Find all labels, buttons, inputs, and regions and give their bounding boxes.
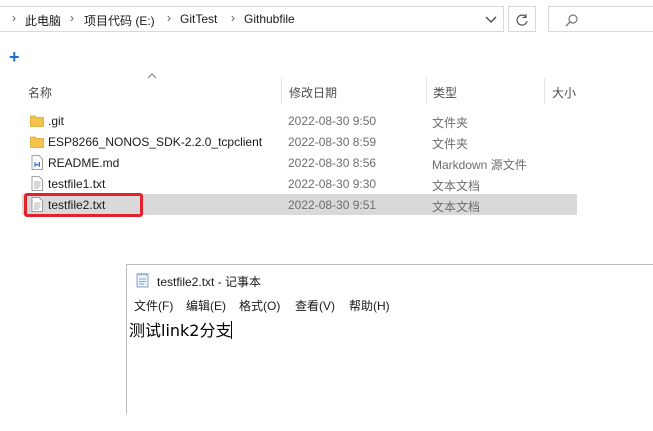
file-row[interactable]: README.md 2022-08-30 8:56 Markdown 源文件 xyxy=(22,152,577,173)
menu-edit[interactable]: 编辑(E) xyxy=(186,297,226,314)
file-type: Markdown 源文件 xyxy=(432,158,527,172)
annotation-highlight-box xyxy=(24,193,143,217)
chevron-right-icon[interactable]: › xyxy=(12,11,16,25)
file-name: README.md xyxy=(48,156,120,170)
file-row[interactable]: testfile1.txt 2022-08-30 9:30 文本文档 xyxy=(22,173,577,194)
file-name: .git xyxy=(48,114,65,128)
column-header-date[interactable]: 修改日期 xyxy=(289,84,337,101)
file-type: 文件夹 xyxy=(432,116,469,130)
file-row[interactable]: ESP8266_NONOS_SDK-2.2.0_tcpclient 2022-0… xyxy=(22,131,577,152)
chevron-right-icon[interactable]: › xyxy=(70,11,74,25)
column-divider[interactable] xyxy=(281,78,282,104)
file-date: 2022-08-30 9:30 xyxy=(288,177,377,191)
column-divider[interactable] xyxy=(544,78,545,104)
file-row[interactable]: .git 2022-08-30 9:50 文件夹 xyxy=(22,110,577,131)
folder-icon xyxy=(30,115,44,127)
navigation-pane xyxy=(0,38,14,414)
notepad-content: 测试link2分支 xyxy=(129,321,232,340)
notepad-window[interactable]: testfile2.txt - 记事本 文件(F) 编辑(E) 格式(O) 查看… xyxy=(126,264,653,431)
file-type: 文本文档 xyxy=(432,200,481,214)
text-cursor xyxy=(231,321,233,339)
text-file-icon xyxy=(31,176,43,191)
folder-icon xyxy=(30,136,44,148)
file-date: 2022-08-30 8:56 xyxy=(288,156,377,170)
breadcrumb-githubfile[interactable]: Githubfile xyxy=(244,12,295,26)
search-input[interactable] xyxy=(548,6,653,32)
chevron-down-icon[interactable] xyxy=(484,12,498,26)
search-icon xyxy=(565,14,578,27)
chevron-right-icon[interactable]: › xyxy=(231,11,235,25)
column-header-size[interactable]: 大小 xyxy=(552,84,576,101)
column-header-type[interactable]: 类型 xyxy=(433,84,457,101)
notepad-icon xyxy=(136,273,149,288)
file-type: 文本文档 xyxy=(432,179,481,193)
notepad-title: testfile2.txt - 记事本 xyxy=(157,275,262,289)
file-date: 2022-08-30 9:51 xyxy=(288,198,377,212)
breadcrumb-gittest[interactable]: GitTest xyxy=(180,12,217,26)
menu-view[interactable]: 查看(V) xyxy=(295,297,335,314)
breadcrumb-this-pc[interactable]: 此电脑 xyxy=(25,12,61,29)
file-type: 文件夹 xyxy=(432,137,469,151)
refresh-button[interactable] xyxy=(508,6,536,32)
bottom-blank-area xyxy=(0,414,653,430)
column-divider[interactable] xyxy=(426,78,427,104)
markdown-file-icon xyxy=(31,155,43,170)
notepad-text-area[interactable]: 测试link2分支 xyxy=(129,317,233,341)
plus-icon[interactable]: + xyxy=(9,48,20,66)
column-header-name[interactable]: 名称 xyxy=(28,84,52,101)
address-bar: › 此电脑 › 项目代码 (E:) › GitTest › Githubfile xyxy=(0,0,653,38)
refresh-icon xyxy=(516,14,528,26)
chevron-right-icon[interactable]: › xyxy=(167,11,171,25)
menu-format[interactable]: 格式(O) xyxy=(239,297,280,314)
file-date: 2022-08-30 8:59 xyxy=(288,135,377,149)
file-name: testfile1.txt xyxy=(48,177,106,191)
file-name: ESP8266_NONOS_SDK-2.2.0_tcpclient xyxy=(48,135,263,149)
file-date: 2022-08-30 9:50 xyxy=(288,114,377,128)
menu-help[interactable]: 帮助(H) xyxy=(349,297,390,314)
sort-ascending-icon xyxy=(147,73,157,79)
menu-file[interactable]: 文件(F) xyxy=(134,297,173,314)
breadcrumb-drive-e[interactable]: 项目代码 (E:) xyxy=(84,12,155,29)
